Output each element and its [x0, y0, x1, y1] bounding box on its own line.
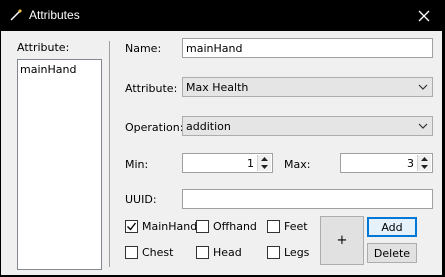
offhand-checkbox[interactable]: Offhand — [196, 220, 257, 233]
min-spinner[interactable]: 1 — [182, 153, 273, 173]
close-button[interactable] — [403, 0, 445, 31]
attribute-value: Max Health — [186, 81, 249, 94]
checkbox-box — [125, 246, 138, 259]
head-checkbox[interactable]: Head — [196, 246, 242, 259]
chest-label: Chest — [142, 246, 174, 259]
head-label: Head — [213, 246, 242, 259]
min-label: Min: — [125, 158, 149, 171]
checkbox-box — [196, 220, 209, 233]
checkbox-box — [267, 246, 280, 259]
delete-button[interactable]: Delete — [367, 243, 417, 263]
attribute-list[interactable]: mainHand — [17, 59, 102, 270]
chest-checkbox[interactable]: Chest — [125, 246, 173, 259]
attribute-list-label: Attribute: — [17, 41, 70, 54]
divider — [109, 41, 110, 267]
checkbox-box — [267, 220, 280, 233]
feet-checkbox[interactable]: Feet — [267, 220, 308, 233]
name-label: Name: — [125, 42, 162, 55]
operation-select[interactable]: addition — [182, 116, 433, 136]
name-value: mainHand — [186, 42, 243, 55]
spin-down-icon[interactable] — [257, 163, 271, 171]
attributes-window: Attributes Attribute: mainHand Name: mai… — [0, 0, 445, 277]
uuid-label: UUID: — [125, 193, 157, 206]
max-value: 3 — [407, 157, 414, 170]
mainhand-label: MainHand — [142, 220, 198, 233]
list-item[interactable]: mainHand — [20, 63, 76, 76]
mainhand-checkbox[interactable]: MainHand — [125, 220, 197, 233]
chevron-down-icon — [418, 84, 428, 90]
max-label: Max: — [284, 158, 311, 171]
chevron-down-icon — [418, 123, 428, 129]
title-bar[interactable]: Attributes — [0, 0, 445, 31]
add-button[interactable]: Add — [367, 217, 417, 237]
min-value: 1 — [247, 157, 254, 170]
max-spinner[interactable]: 3 — [340, 153, 433, 173]
close-icon — [418, 10, 430, 21]
checkbox-box — [125, 220, 138, 233]
wand-icon — [10, 9, 22, 21]
min-spin-buttons — [257, 155, 271, 171]
attribute-select[interactable]: Max Health — [182, 77, 433, 97]
attribute-label: Attribute: — [125, 82, 178, 95]
window-title: Attributes — [29, 8, 80, 22]
name-field[interactable]: mainHand — [182, 38, 433, 58]
operation-value: addition — [186, 120, 231, 133]
spin-up-icon[interactable] — [257, 155, 271, 163]
uuid-field[interactable] — [182, 189, 433, 209]
legs-label: Legs — [284, 246, 310, 259]
spin-down-icon[interactable] — [417, 163, 431, 171]
spin-up-icon[interactable] — [417, 155, 431, 163]
legs-checkbox[interactable]: Legs — [267, 246, 309, 259]
dialog-body: Attribute: mainHand Name: mainHand Attri… — [1, 31, 442, 275]
operation-label: Operation: — [125, 121, 184, 134]
offhand-label: Offhand — [213, 220, 257, 233]
plus-button[interactable]: + — [320, 216, 364, 265]
checkmark-icon — [127, 222, 137, 231]
feet-label: Feet — [284, 220, 308, 233]
checkbox-box — [196, 246, 209, 259]
max-spin-buttons — [417, 155, 431, 171]
